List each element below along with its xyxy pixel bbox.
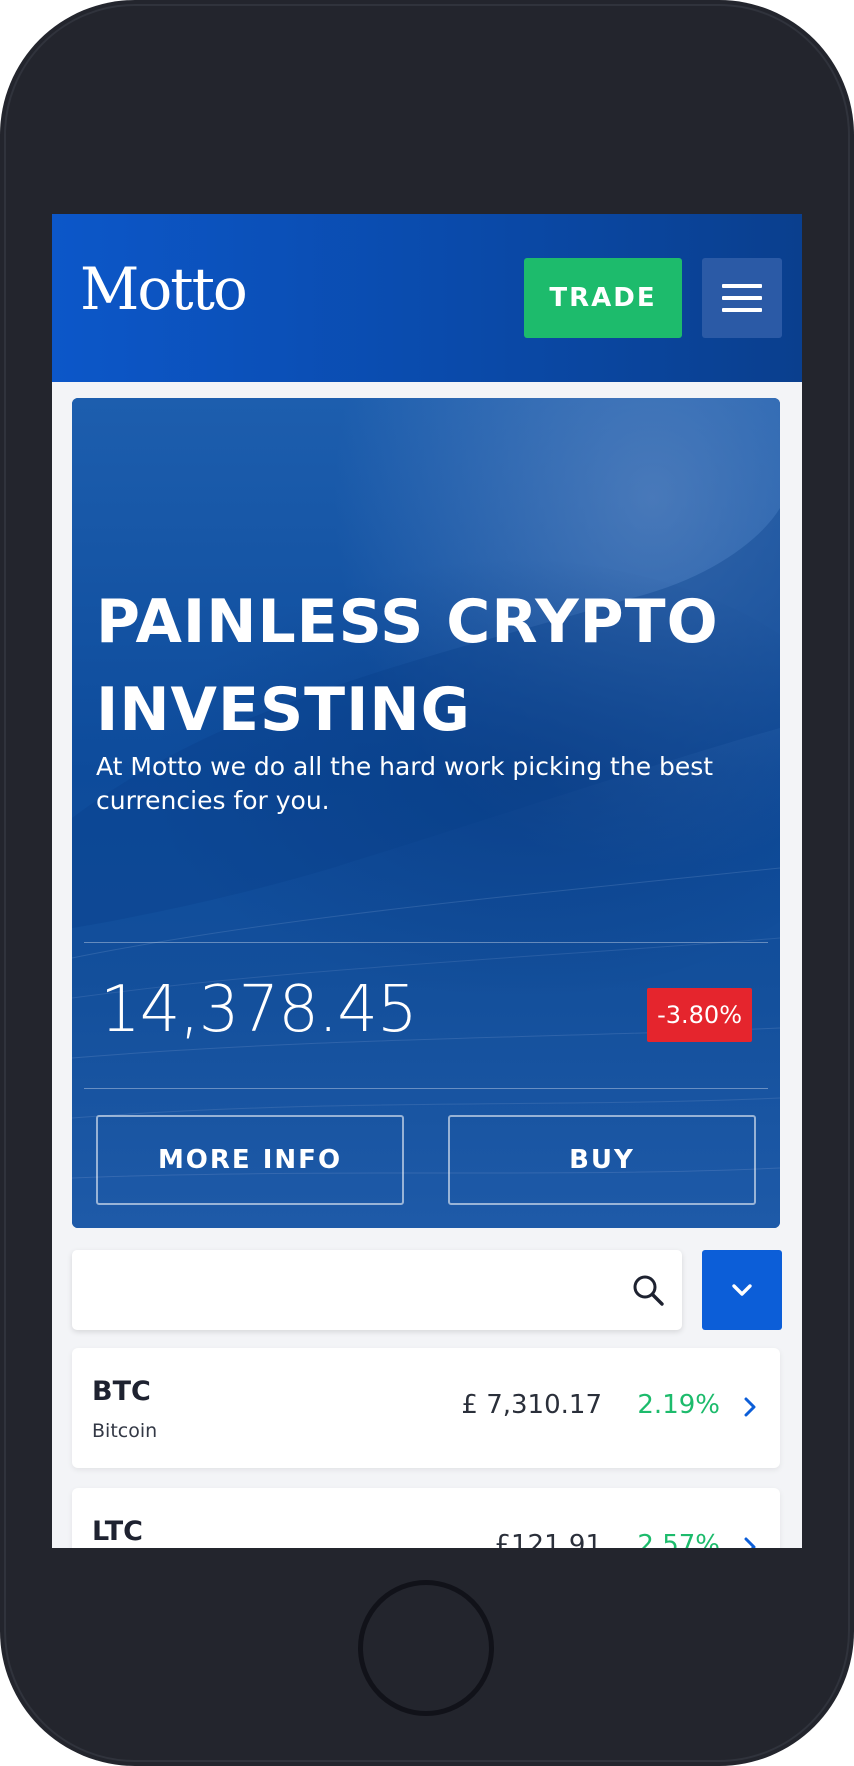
more-info-button[interactable]: MORE INFO bbox=[96, 1115, 404, 1205]
search-box bbox=[72, 1250, 682, 1330]
coin-price: £121.91 bbox=[494, 1530, 602, 1548]
phone-frame: Motto TRADE PAINLESS CRYPTO INVESTING At… bbox=[0, 0, 854, 1766]
search-input[interactable] bbox=[72, 1250, 602, 1330]
divider bbox=[84, 1088, 768, 1089]
hero-subtitle: At Motto we do all the hard work picking… bbox=[96, 752, 714, 815]
index-price: 14,378.45 bbox=[100, 973, 418, 1047]
coin-row-ltc[interactable]: LTC £121.91 2.57% bbox=[72, 1488, 780, 1548]
trade-button[interactable]: TRADE bbox=[524, 258, 682, 338]
page-content: PAINLESS CRYPTO INVESTING At Motto we do… bbox=[52, 382, 802, 1548]
coin-change: 2.57% bbox=[637, 1530, 720, 1548]
filter-dropdown-button[interactable] bbox=[702, 1250, 782, 1330]
buy-button[interactable]: BUY bbox=[448, 1115, 756, 1205]
app-screen: Motto TRADE PAINLESS CRYPTO INVESTING At… bbox=[52, 214, 802, 1548]
coin-symbol: BTC bbox=[92, 1376, 151, 1407]
coin-row-btc[interactable]: BTC Bitcoin £ 7,310.17 2.19% bbox=[72, 1348, 780, 1468]
hamburger-icon bbox=[722, 284, 762, 312]
hero-title: PAINLESS CRYPTO INVESTING bbox=[96, 587, 719, 745]
chevron-right-icon[interactable] bbox=[738, 1392, 762, 1422]
chevron-down-icon bbox=[732, 1284, 752, 1296]
change-badge: -3.80% bbox=[647, 988, 752, 1042]
hero-card: PAINLESS CRYPTO INVESTING At Motto we do… bbox=[72, 398, 780, 1228]
top-header: Motto TRADE bbox=[52, 214, 802, 382]
coin-price: £ 7,310.17 bbox=[461, 1390, 602, 1420]
divider bbox=[84, 942, 768, 943]
search-icon[interactable] bbox=[630, 1272, 666, 1308]
coin-symbol: LTC bbox=[92, 1516, 143, 1547]
motto-logo[interactable]: Motto bbox=[80, 260, 248, 318]
chevron-right-icon[interactable] bbox=[738, 1532, 762, 1548]
coin-change: 2.19% bbox=[637, 1390, 720, 1420]
menu-button[interactable] bbox=[702, 258, 782, 338]
coin-name: Bitcoin bbox=[92, 1420, 158, 1442]
home-button[interactable] bbox=[358, 1580, 494, 1716]
